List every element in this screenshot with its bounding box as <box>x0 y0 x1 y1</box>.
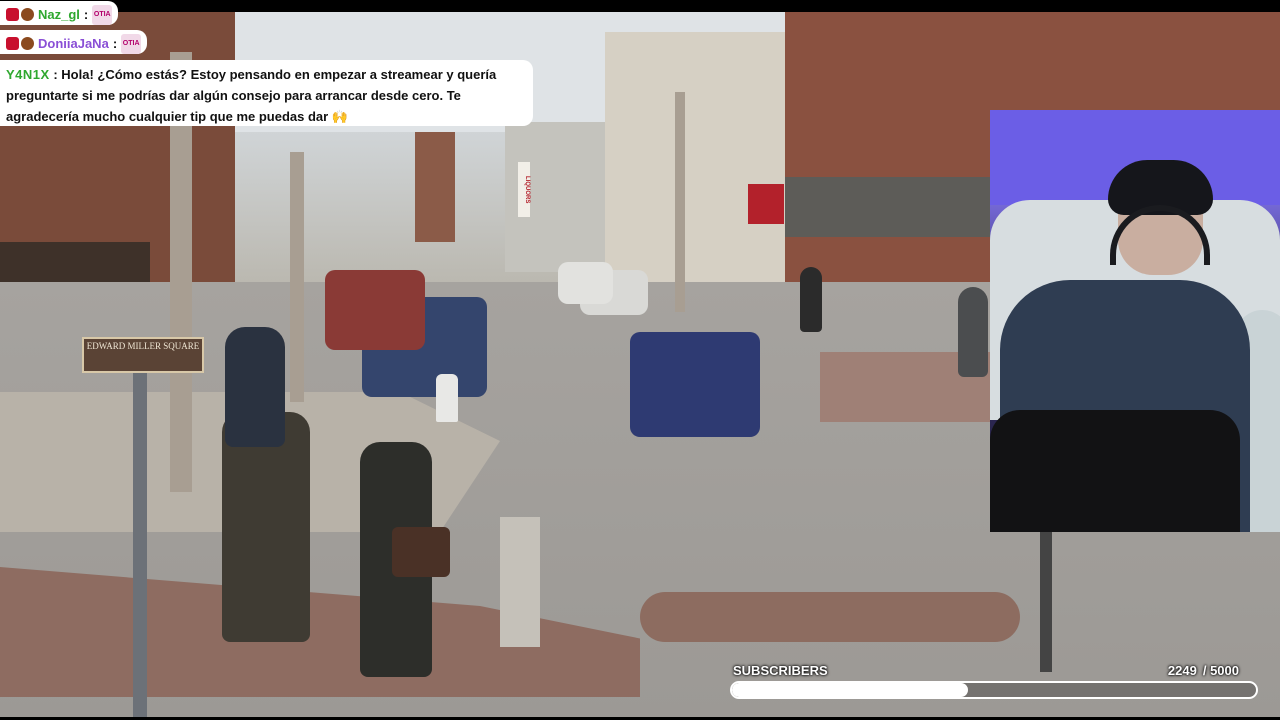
subscribers-progress-bar <box>730 681 1258 699</box>
chat-message-1: Naz_gl : OTIA <box>0 1 119 25</box>
distant-building <box>415 132 455 242</box>
red-gem-badge-icon <box>6 37 19 50</box>
red-gem-badge-icon <box>6 8 19 21</box>
awning-dark <box>785 177 990 237</box>
chat-badges <box>6 8 34 21</box>
chat-username[interactable]: Naz_gl <box>38 7 80 22</box>
tree-trunk-right <box>675 92 685 312</box>
pedestrian-with-bike <box>958 287 988 377</box>
subscribers-goal-label: SUBSCRIBERS <box>733 663 828 678</box>
subscribers-current: 2249 <box>1167 663 1197 678</box>
street-sign-pole <box>133 362 147 717</box>
otia-emote-icon: OTIA <box>121 33 142 54</box>
pedestrian-far-1 <box>800 267 822 332</box>
cream-building <box>605 32 790 292</box>
bear-badge-icon <box>21 8 34 21</box>
otia-emote-icon: OTIA <box>92 4 113 25</box>
chat-message-text: Hola! ¿Cómo estás? Estoy pensando en emp… <box>6 67 497 124</box>
messenger-bag <box>392 527 450 577</box>
lamp-post <box>1040 532 1052 672</box>
webcam-overlay <box>990 110 1280 532</box>
fire-hydrant <box>436 374 458 422</box>
liquors-vertical-sign: LIQUORS <box>518 162 530 217</box>
pedestrian-walking <box>225 327 285 447</box>
tree-trunk-center <box>290 152 304 402</box>
moving-blue-car <box>630 332 760 437</box>
subscribers-goal-count: 2249 / 5000 <box>1168 663 1239 678</box>
stone-bollard <box>500 517 540 647</box>
chat-message-2: DoniiaJaNa : OTIA <box>0 30 148 54</box>
blanket <box>990 410 1240 532</box>
chat-badges <box>6 37 34 50</box>
subscribers-progress-fill <box>732 683 968 697</box>
parked-red-suv <box>325 270 425 350</box>
chat-username[interactable]: Y4N1X <box>6 67 50 82</box>
chat-separator: : <box>83 7 89 22</box>
subscribers-target: / 5000 <box>1202 663 1239 678</box>
brick-island-right <box>640 592 1020 642</box>
red-awning <box>748 184 784 224</box>
bear-badge-icon <box>21 37 34 50</box>
chat-message-3: Y4N1X : Hola! ¿Cómo estás? Estoy pensand… <box>0 60 533 126</box>
chat-username[interactable]: DoniiaJaNa <box>38 36 109 51</box>
parked-white-car-2 <box>558 262 613 304</box>
street-sign-edward-miller-square: EDWARD MILLER SQUARE <box>82 337 204 373</box>
chat-separator: : <box>53 67 58 82</box>
chat-separator: : <box>112 36 118 51</box>
